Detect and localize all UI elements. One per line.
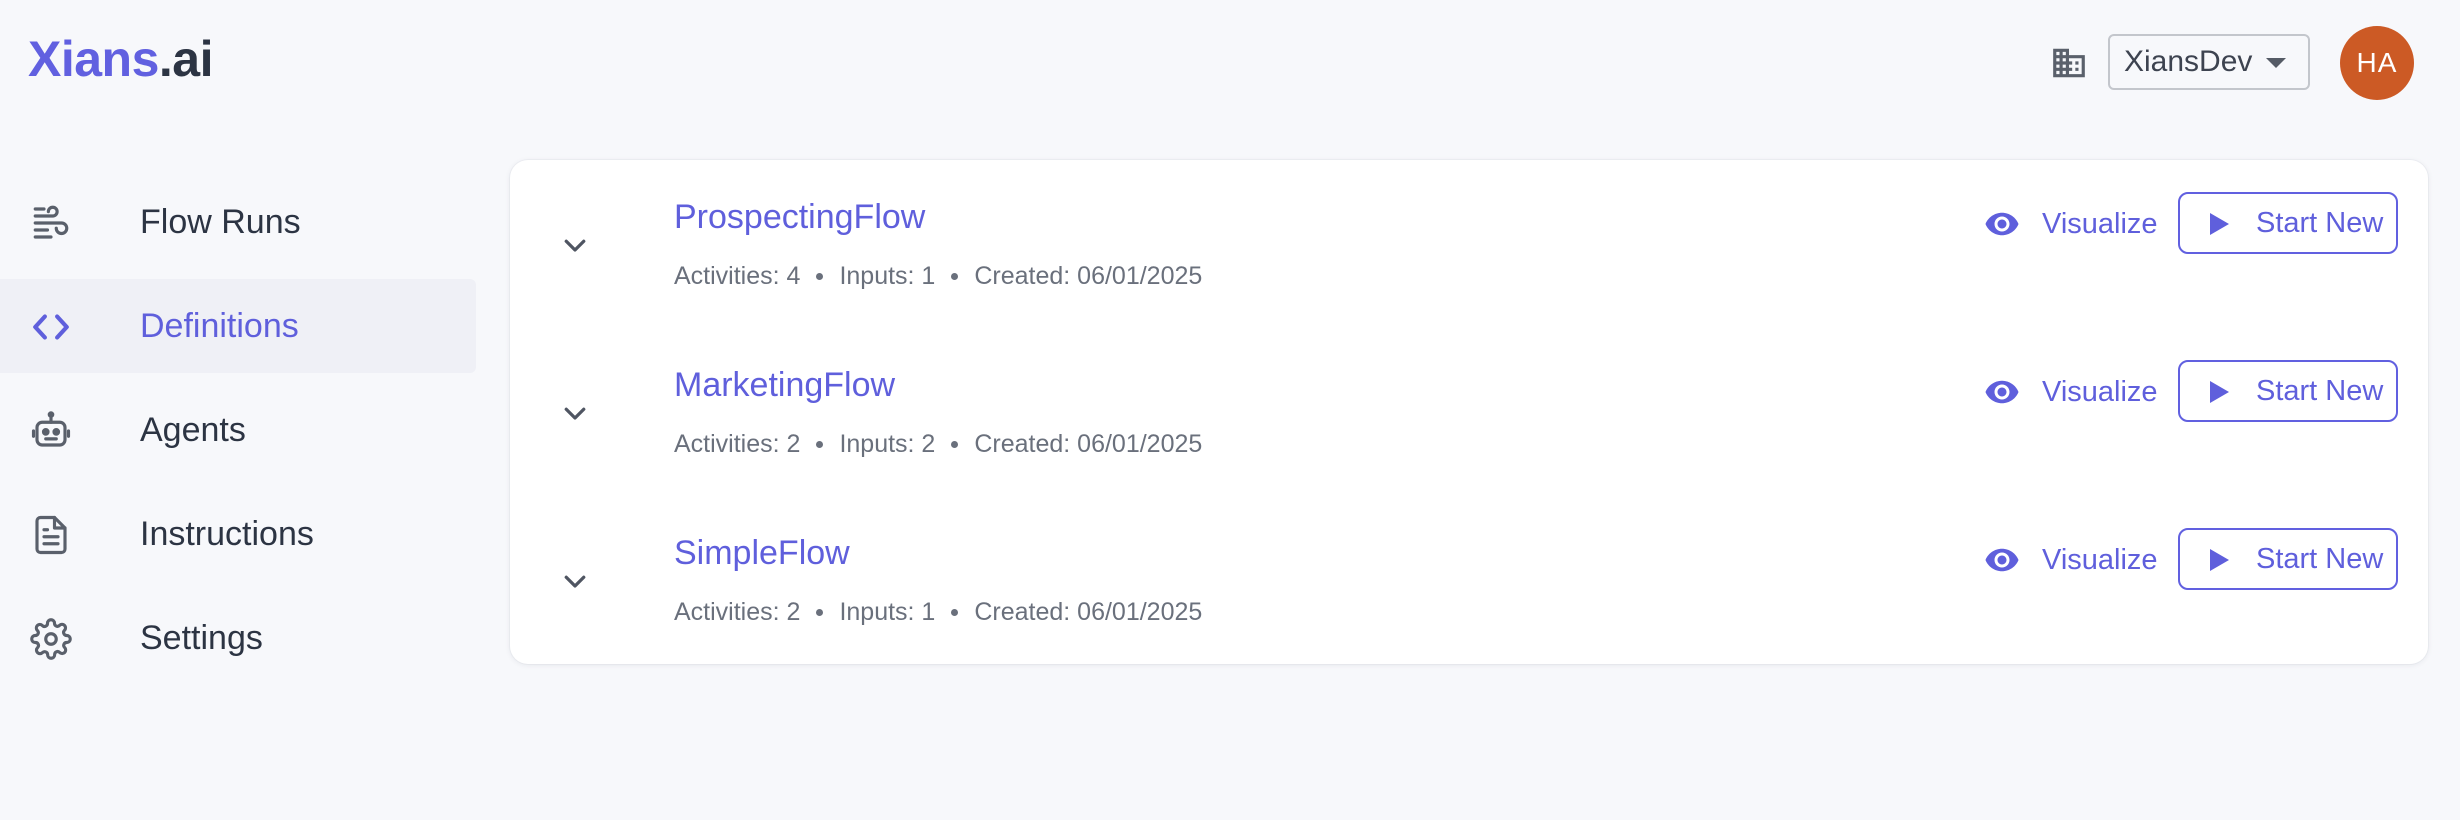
eye-icon: [1985, 380, 2019, 404]
sidebar-item-agents[interactable]: Agents: [0, 383, 476, 477]
gear-icon: [30, 618, 72, 660]
chevron-down-icon: [2266, 58, 2286, 68]
code-icon: [33, 314, 69, 340]
start-new-label: Start New: [2256, 374, 2384, 407]
sidebar-item-settings[interactable]: Settings: [0, 591, 476, 685]
flow-name[interactable]: ProspectingFlow: [674, 198, 925, 237]
start-new-button[interactable]: Start New: [2178, 360, 2398, 422]
sidebar-item-definitions[interactable]: Definitions: [0, 279, 476, 373]
play-icon: [2210, 213, 2229, 235]
chevron-down-icon[interactable]: [560, 230, 590, 260]
sidebar-item-label: Definitions: [140, 306, 299, 345]
user-avatar[interactable]: HA: [2340, 26, 2414, 100]
sidebar-item-label: Flow Runs: [140, 202, 301, 241]
flow-name[interactable]: SimpleFlow: [674, 534, 850, 573]
logo-brand: Xians: [28, 31, 159, 87]
separator-dot: [951, 609, 959, 616]
separator-dot: [816, 609, 824, 616]
flow-activities: Activities: 2: [674, 598, 801, 626]
eye-icon: [1985, 212, 2019, 236]
flow-activities: Activities: 2: [674, 430, 801, 458]
visualize-label: Visualize: [2042, 375, 2158, 408]
flow-row: MarketingFlow Activities: 2 Inputs: 2 Cr…: [510, 328, 2428, 496]
sidebar-item-label: Agents: [140, 410, 246, 449]
play-icon: [2210, 381, 2229, 403]
start-new-label: Start New: [2256, 206, 2384, 239]
flow-inputs: Inputs: 2: [839, 430, 936, 458]
separator-dot: [816, 441, 824, 448]
flow-inputs: Inputs: 1: [839, 598, 936, 626]
organization-select-value: XiansDev: [2124, 45, 2253, 78]
flow-meta: Activities: 2 Inputs: 2 Created: 06/01/2…: [674, 430, 1202, 459]
sidebar-item-label: Settings: [140, 618, 263, 657]
organization-select[interactable]: XiansDev: [2108, 34, 2310, 90]
flow-created: Created: 06/01/2025: [974, 598, 1203, 626]
visualize-label: Visualize: [2042, 543, 2158, 576]
eye-icon: [1985, 548, 2019, 572]
flow-inputs: Inputs: 1: [839, 262, 936, 290]
flow-meta: Activities: 4 Inputs: 1 Created: 06/01/2…: [674, 262, 1202, 291]
wind-icon: [33, 205, 69, 239]
visualize-label: Visualize: [2042, 207, 2158, 240]
flow-created: Created: 06/01/2025: [974, 262, 1203, 290]
visualize-button[interactable]: Visualize: [1984, 196, 2158, 252]
separator-dot: [816, 273, 824, 280]
sidebar-item-label: Instructions: [140, 514, 314, 553]
sidebar-item-flow-runs[interactable]: Flow Runs: [0, 175, 476, 269]
sidebar-item-instructions[interactable]: Instructions: [0, 487, 476, 581]
flow-meta: Activities: 2 Inputs: 1 Created: 06/01/2…: [674, 598, 1202, 627]
flow-row: SimpleFlow Activities: 2 Inputs: 1 Creat…: [510, 496, 2428, 664]
separator-dot: [951, 273, 959, 280]
chevron-down-icon[interactable]: [560, 566, 590, 596]
robot-icon: [31, 411, 71, 447]
avatar-initials: HA: [2356, 47, 2398, 78]
flow-definitions-card: ProspectingFlow Activities: 4 Inputs: 1 …: [510, 160, 2428, 664]
visualize-button[interactable]: Visualize: [1984, 364, 2158, 420]
visualize-button[interactable]: Visualize: [1984, 532, 2158, 588]
app-logo[interactable]: Xians.ai: [28, 30, 214, 88]
flow-name[interactable]: MarketingFlow: [674, 366, 895, 405]
start-new-label: Start New: [2256, 542, 2384, 575]
building-icon: [2053, 48, 2085, 78]
flow-activities: Activities: 4: [674, 262, 801, 290]
chevron-down-icon[interactable]: [560, 398, 590, 428]
logo-tld: .ai: [158, 31, 214, 87]
flow-created: Created: 06/01/2025: [974, 430, 1203, 458]
play-icon: [2210, 549, 2229, 571]
document-icon: [35, 515, 67, 555]
flow-row: ProspectingFlow Activities: 4 Inputs: 1 …: [510, 160, 2428, 328]
separator-dot: [951, 441, 959, 448]
start-new-button[interactable]: Start New: [2178, 192, 2398, 254]
start-new-button[interactable]: Start New: [2178, 528, 2398, 590]
